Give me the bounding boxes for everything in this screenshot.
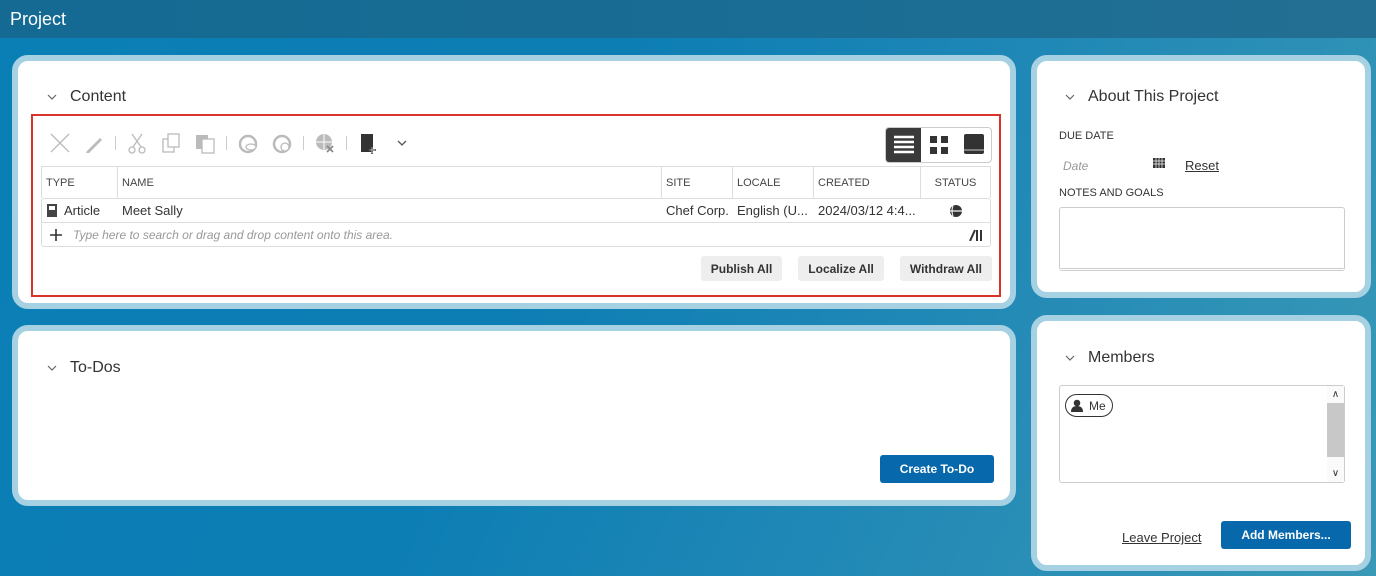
notes-label: NOTES AND GOALS [1059,187,1164,199]
about-title: About This Project [1088,88,1219,105]
cell-locale: English (U... [737,203,808,218]
withdraw-all-button[interactable]: Withdraw All [899,256,992,281]
members-list: Me ∧ ∨ [1059,385,1345,483]
about-panel: About This Project DUE DATE Date Reset N… [1031,55,1371,298]
content-grid: TYPE NAME SITE LOCALE CREATED STATUS Art… [41,166,991,247]
column-header-name[interactable]: NAME [118,167,662,198]
scroll-down-icon[interactable]: ∨ [1327,465,1344,482]
reset-date-link[interactable]: Reset [1185,158,1219,173]
chevron-down-icon [47,365,57,371]
user-icon [1071,399,1083,412]
members-title: Members [1088,349,1155,366]
card-view-button[interactable] [956,128,991,162]
content-panel-header[interactable]: Content [44,88,126,106]
notes-textarea[interactable] [1059,207,1345,271]
localize-all-button[interactable]: Localize All [798,256,884,281]
table-row[interactable]: Article Meet Sally Chef Corp. English (U… [41,198,991,223]
add-members-button[interactable]: Add Members... [1221,521,1351,549]
content-title: Content [70,88,127,105]
refresh-icon[interactable] [235,130,261,156]
toolbar-divider [226,136,227,150]
todos-title: To-Dos [70,359,121,376]
scroll-up-icon[interactable]: ∧ [1327,386,1344,403]
due-date-input[interactable]: Date [1063,159,1088,173]
column-header-created[interactable]: CREATED [814,167,921,198]
create-todo-button[interactable]: Create To-Do [880,455,994,483]
toolbar-divider [115,136,116,150]
app-title-bar: Project [0,0,1376,38]
cell-type: Article [42,203,118,218]
publish-all-button[interactable]: Publish All [700,256,783,281]
view-toggle [885,127,992,163]
cell-status [921,204,990,218]
todos-panel-header[interactable]: To-Dos [44,359,121,377]
add-content-row[interactable]: Type here to search or drag and drop con… [41,223,991,247]
column-header-locale[interactable]: LOCALE [733,167,814,198]
edit-icon[interactable] [81,130,107,156]
chevron-down-icon [1065,94,1075,100]
members-scrollbar[interactable]: ∧ ∨ [1327,386,1344,482]
cut-icon[interactable] [124,130,150,156]
cell-type-text: Article [64,203,101,218]
article-icon [47,204,57,217]
column-header-type[interactable]: TYPE [42,167,118,198]
card-view-icon [963,134,984,154]
plus-icon [50,228,62,241]
column-resize-icon[interactable] [969,229,983,241]
chevron-down-icon [1065,355,1075,361]
grid-view-button[interactable] [921,128,956,162]
content-area: TYPE NAME SITE LOCALE CREATED STATUS Art… [31,114,1001,297]
column-header-status[interactable]: STATUS [921,167,990,198]
content-actions: Publish All Localize All Withdraw All [700,256,992,281]
grid-view-icon [929,136,948,154]
chevron-down-icon[interactable] [389,130,415,156]
close-icon[interactable] [47,130,73,156]
sync-icon[interactable] [269,130,295,156]
add-document-icon[interactable] [355,130,381,156]
content-toolbar [47,128,423,158]
grid-header: TYPE NAME SITE LOCALE CREATED STATUS [41,166,991,198]
cell-site: Chef Corp. [666,203,729,218]
calendar-icon[interactable] [1153,158,1165,168]
toolbar-divider [346,136,347,150]
content-panel: Content TYPE NAME SITE LOCALE CREATED ST… [12,55,1016,309]
app-title: Project [10,9,67,29]
list-view-button[interactable] [886,128,921,162]
about-panel-header[interactable]: About This Project [1062,88,1218,106]
leave-project-link[interactable]: Leave Project [1122,530,1202,545]
add-content-placeholder: Type here to search or drag and drop con… [73,227,393,242]
chevron-down-icon [47,94,57,100]
list-view-icon [893,135,914,154]
copy-icon[interactable] [158,130,184,156]
members-panel: Members Me ∧ ∨ Leave Project Add Members… [1031,315,1371,571]
member-name: Me [1089,398,1106,413]
cell-created: 2024/03/12 4:4... [818,203,916,218]
toolbar-divider [303,136,304,150]
published-globe-icon [949,204,962,217]
due-date-label: DUE DATE [1059,130,1114,142]
cell-name: Meet Sally [122,203,183,218]
paste-icon[interactable] [192,130,218,156]
todos-panel: To-Dos Create To-Do [12,325,1016,506]
members-panel-header[interactable]: Members [1062,349,1155,367]
column-header-site[interactable]: SITE [662,167,733,198]
scrollbar-thumb[interactable] [1327,403,1344,457]
unpublish-globe-icon[interactable] [312,130,338,156]
member-chip[interactable]: Me [1065,394,1113,417]
